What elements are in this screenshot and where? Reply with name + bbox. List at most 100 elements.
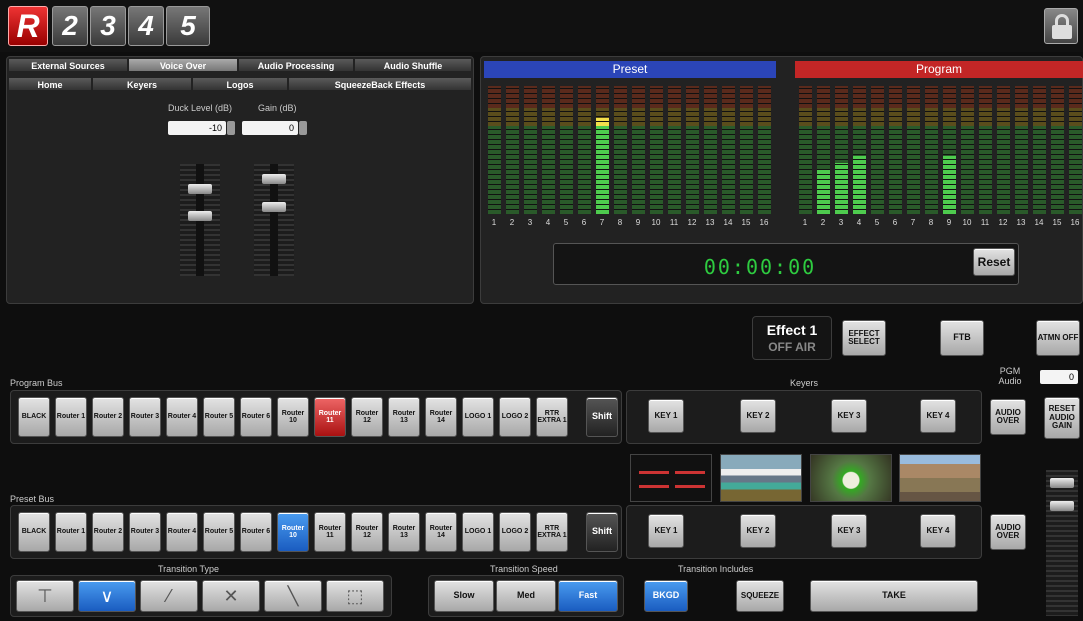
speed-med-button[interactable]: Med	[496, 580, 556, 612]
duck-level-fader-handle[interactable]	[188, 184, 212, 194]
preset-bus-label: Preset Bus	[10, 494, 55, 504]
effect-title: Effect 1	[766, 322, 818, 338]
preset-channel-label-4: 4	[545, 218, 551, 227]
wipe-corner-icon[interactable]: ╲	[264, 580, 322, 612]
transition-type-label: Transition Type	[158, 564, 220, 574]
preset-bus-router-1-button[interactable]: Router 1	[55, 512, 87, 552]
preset-bus-router-10-button[interactable]: Router 10	[277, 512, 309, 552]
program-audio-over-button[interactable]: AUDIO OVER	[990, 399, 1026, 435]
program-bus-router-3-button[interactable]: Router 3	[129, 397, 161, 437]
bkgd-button[interactable]: BKGD	[644, 580, 688, 612]
thumbnail-hillside-town[interactable]	[899, 454, 981, 502]
reset-timer-button[interactable]: Reset	[973, 248, 1015, 276]
preset-audio-over-button[interactable]: AUDIO OVER	[990, 514, 1026, 550]
program-key-3-button[interactable]: KEY 3	[831, 399, 867, 433]
preset-key-1-button[interactable]: KEY 1	[648, 514, 684, 548]
wipe-box-icon[interactable]: ⬚	[326, 580, 384, 612]
preset-meter-10	[650, 86, 663, 214]
preset-bus-shift-button[interactable]: Shift	[586, 512, 618, 552]
program-bus-router-6-button[interactable]: Router 6	[240, 397, 272, 437]
preset-key-3-button[interactable]: KEY 3	[831, 514, 867, 548]
preset-bus-router-2-button[interactable]: Router 2	[92, 512, 124, 552]
pgm-audio-fader-handle[interactable]	[1050, 478, 1074, 488]
tab-voice-over[interactable]: Voice Over	[128, 58, 238, 72]
program-channel-label-10: 10	[962, 218, 972, 227]
atmn-off-button[interactable]: ATMN OFF	[1036, 320, 1080, 356]
program-bus-logo-1-button[interactable]: LOGO 1	[462, 397, 494, 437]
duck-level-stepper[interactable]	[227, 121, 235, 135]
program-bus-rtr-extra-1-button[interactable]: RTR EXTRA 1	[536, 397, 568, 437]
tab-external-sources[interactable]: External Sources	[8, 58, 128, 72]
preset-bus-black-button[interactable]: BLACK	[18, 512, 50, 552]
wipe-x-icon[interactable]: ✕	[202, 580, 260, 612]
keyers-label: Keyers	[790, 378, 819, 388]
tab-logos[interactable]: Logos	[192, 77, 288, 91]
program-meter-9	[943, 86, 956, 214]
wipe-t-icon[interactable]: ⊤	[16, 580, 74, 612]
preset-key-2-button[interactable]: KEY 2	[740, 514, 776, 548]
squeeze-button[interactable]: SQUEEZE	[736, 580, 784, 612]
program-bus-black-button[interactable]: BLACK	[18, 397, 50, 437]
preset-bus-rtr-extra-1-button[interactable]: RTR EXTRA 1	[536, 512, 568, 552]
pgm-audio-fader-handle-2[interactable]	[1050, 501, 1074, 511]
gain-input[interactable]: 0	[242, 121, 298, 135]
gain-fader-handle[interactable]	[262, 174, 286, 184]
thumbnail-flower-field[interactable]	[810, 454, 892, 502]
reset-audio-gain-button[interactable]: RESET AUDIO GAIN	[1044, 397, 1080, 439]
program-key-2-button[interactable]: KEY 2	[740, 399, 776, 433]
tab-home[interactable]: Home	[8, 77, 92, 91]
preset-bus-router-3-button[interactable]: Router 3	[129, 512, 161, 552]
preset-meter-5	[560, 86, 573, 214]
program-bus-shift-button[interactable]: Shift	[586, 397, 618, 437]
program-bus-router-1-button[interactable]: Router 1	[55, 397, 87, 437]
preset-channel-label-9: 9	[635, 218, 641, 227]
speed-slow-button[interactable]: Slow	[434, 580, 494, 612]
layout-tab-2[interactable]: 2	[52, 6, 88, 46]
preset-bus-logo-2-button[interactable]: LOGO 2	[499, 512, 531, 552]
lock-icon[interactable]	[1044, 8, 1078, 44]
duck-level-input[interactable]: -10	[168, 121, 226, 135]
layout-tab-3[interactable]: 3	[90, 6, 126, 46]
layout-tab-5[interactable]: 5	[166, 6, 210, 46]
preset-bus-router-14-button[interactable]: Router 14	[425, 512, 457, 552]
thumbnail-mountain-lake[interactable]	[720, 454, 802, 502]
thumbnail-red-lines[interactable]	[630, 454, 712, 502]
layout-tab-4[interactable]: 4	[128, 6, 164, 46]
preset-key-4-button[interactable]: KEY 4	[920, 514, 956, 548]
wipe-diagonal-icon[interactable]: ⁄	[140, 580, 198, 612]
program-bus-router-11-button[interactable]: Router 11	[314, 397, 346, 437]
preset-bus-router-11-button[interactable]: Router 11	[314, 512, 346, 552]
program-bus-logo-2-button[interactable]: LOGO 2	[499, 397, 531, 437]
tab-keyers[interactable]: Keyers	[92, 77, 192, 91]
preset-bus-router-13-button[interactable]: Router 13	[388, 512, 420, 552]
preset-bus-router-4-button[interactable]: Router 4	[166, 512, 198, 552]
preset-channel-label-16: 16	[759, 218, 769, 227]
gain-fader-handle-2[interactable]	[262, 202, 286, 212]
ftb-button[interactable]: FTB	[940, 320, 984, 356]
program-bus-router-13-button[interactable]: Router 13	[388, 397, 420, 437]
program-bus-router-10-button[interactable]: Router 10	[277, 397, 309, 437]
tab-squeezeback-effects[interactable]: SqueezeBack Effects	[288, 77, 472, 91]
duck-level-fader-handle-2[interactable]	[188, 211, 212, 221]
preset-bus-logo-1-button[interactable]: LOGO 1	[462, 512, 494, 552]
tab-audio-processing[interactable]: Audio Processing	[238, 58, 354, 72]
program-bus-router-14-button[interactable]: Router 14	[425, 397, 457, 437]
program-key-1-button[interactable]: KEY 1	[648, 399, 684, 433]
take-button[interactable]: TAKE	[810, 580, 978, 612]
program-bus-router-2-button[interactable]: Router 2	[92, 397, 124, 437]
tab-audio-shuffle[interactable]: Audio Shuffle	[354, 58, 472, 72]
speed-fast-button[interactable]: Fast	[558, 580, 618, 612]
logo-tab[interactable]: R	[8, 6, 48, 46]
preset-bus-router-5-button[interactable]: Router 5	[203, 512, 235, 552]
program-bus-router-4-button[interactable]: Router 4	[166, 397, 198, 437]
program-bus-router-12-button[interactable]: Router 12	[351, 397, 383, 437]
effect-select-button[interactable]: EFFECT SELECT	[842, 320, 886, 356]
pgm-audio-input[interactable]: 0	[1040, 370, 1078, 384]
gain-stepper[interactable]	[299, 121, 307, 135]
wipe-v-icon[interactable]: ∨	[78, 580, 136, 612]
program-bus-router-5-button[interactable]: Router 5	[203, 397, 235, 437]
preset-bus-router-12-button[interactable]: Router 12	[351, 512, 383, 552]
preset-bus-router-6-button[interactable]: Router 6	[240, 512, 272, 552]
program-key-4-button[interactable]: KEY 4	[920, 399, 956, 433]
preset-meter-1	[488, 86, 501, 214]
